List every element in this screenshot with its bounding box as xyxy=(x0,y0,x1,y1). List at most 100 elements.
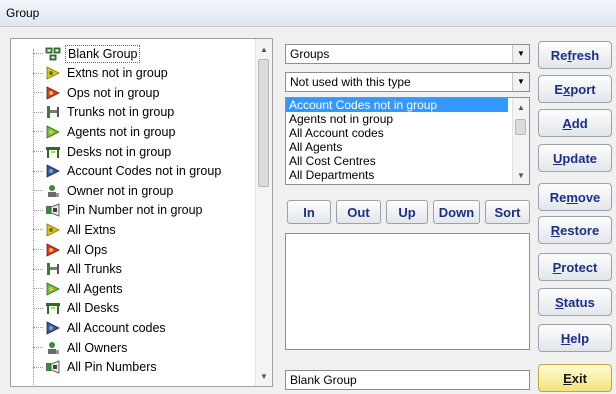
tree-item-label: All Pin Numbers xyxy=(67,360,157,375)
scroll-down-icon[interactable]: ▼ xyxy=(513,167,529,183)
tree-item[interactable]: Desks not in group xyxy=(33,142,173,161)
exit-accesskey: E xyxy=(563,370,572,386)
tree-connector xyxy=(33,151,43,152)
add-button[interactable]: Add xyxy=(538,109,612,137)
agent-icon xyxy=(45,124,61,140)
protect-button[interactable]: Protect xyxy=(538,253,612,281)
sort-button[interactable]: Sort xyxy=(485,200,530,224)
list-item[interactable]: All Cost Centres xyxy=(286,154,529,168)
chevron-down-icon[interactable]: ▼ xyxy=(512,45,529,63)
tree-connector xyxy=(33,327,43,329)
tree-item[interactable]: Owner not in group xyxy=(33,181,175,200)
tree-scroll-thumb[interactable] xyxy=(258,59,269,187)
tree-connector xyxy=(33,229,43,231)
tree-item[interactable]: All Ops xyxy=(33,240,109,259)
list-item[interactable]: All Agents xyxy=(286,140,529,154)
group-tree[interactable]: Blank Group Extns not in group Ops not in … xyxy=(10,38,273,387)
agent-icon xyxy=(45,281,61,297)
group-icon xyxy=(45,46,61,62)
protect-label-post: rotect xyxy=(561,259,598,275)
tree-item[interactable]: All Owners xyxy=(33,338,129,357)
tree-connector xyxy=(33,53,43,54)
extension-icon xyxy=(45,222,61,238)
restore-button[interactable]: Restore xyxy=(538,216,612,244)
group-list[interactable]: Account Codes not in group Agents not in … xyxy=(285,97,530,185)
tree-item-label: Pin Number not in group xyxy=(67,203,203,218)
remove-button[interactable]: Re m ove xyxy=(538,183,612,211)
tree-connector xyxy=(33,92,43,94)
tree-scrollbar[interactable]: ▲ ▼ xyxy=(255,39,272,386)
tree-item[interactable]: All Pin Numbers xyxy=(33,358,159,377)
in-button[interactable]: In xyxy=(287,200,331,224)
tree-item-label: All Agents xyxy=(67,281,123,296)
add-accesskey: A xyxy=(562,115,572,131)
tree-item[interactable]: Pin Number not in group xyxy=(33,201,205,220)
up-button[interactable]: Up xyxy=(386,200,428,224)
tree-item-label: Blank Group xyxy=(65,44,141,63)
scroll-down-icon[interactable]: ▼ xyxy=(256,368,272,384)
list-item[interactable]: All Departments xyxy=(286,168,529,182)
refresh-label-pre: Re xyxy=(550,47,568,63)
group-name-field[interactable]: Blank Group xyxy=(285,370,530,390)
export-accesskey: x xyxy=(563,81,571,97)
desk-icon xyxy=(45,144,61,160)
tree-item-label: Agents not in group xyxy=(67,124,176,139)
export-button[interactable]: Ex port xyxy=(538,75,612,103)
list-scroll-thumb[interactable] xyxy=(515,119,526,135)
add-label-post: dd xyxy=(571,115,588,131)
status-button[interactable]: Status xyxy=(538,288,612,316)
list-item[interactable]: All Account codes xyxy=(286,126,529,140)
tree-connector xyxy=(33,131,43,133)
groups-combo[interactable]: Groups ▼ xyxy=(285,44,530,64)
tree-item[interactable]: All Extns xyxy=(33,220,118,239)
tree-item[interactable]: Blank Group xyxy=(33,44,141,63)
remove-label-post: ove xyxy=(577,189,601,205)
account-code-icon xyxy=(45,320,61,336)
title-bar: Group xyxy=(0,0,616,27)
tree-connector xyxy=(33,190,43,192)
list-item[interactable]: Account Codes not in group xyxy=(286,98,508,112)
protect-accesskey: P xyxy=(552,259,562,275)
refresh-button[interactable]: Re f resh xyxy=(538,41,612,69)
tree-item-label: All Account codes xyxy=(67,320,166,335)
export-label-post: port xyxy=(570,81,596,97)
type-combo[interactable]: Not used with this type ▼ xyxy=(285,72,530,92)
scroll-up-icon[interactable]: ▲ xyxy=(256,41,272,57)
help-button[interactable]: Help xyxy=(538,324,612,352)
tree-item-label: All Extns xyxy=(67,222,116,237)
tree-item[interactable]: Agents not in group xyxy=(33,122,177,141)
groups-combo-value: Groups xyxy=(290,47,330,61)
tree-item-label: All Trunks xyxy=(67,262,122,277)
tree-item[interactable]: All Account codes xyxy=(33,318,168,337)
tree-item[interactable]: Ops not in group xyxy=(33,83,161,102)
operator-icon xyxy=(45,242,61,258)
tree-connector xyxy=(33,366,43,368)
exit-button[interactable]: Exit xyxy=(538,364,612,392)
tree-item[interactable]: All Desks xyxy=(33,299,121,318)
help-label-post: elp xyxy=(570,330,590,346)
members-textarea[interactable] xyxy=(285,233,530,350)
tree-item[interactable]: All Trunks xyxy=(33,260,124,279)
down-button[interactable]: Down xyxy=(433,200,480,224)
scroll-up-icon[interactable]: ▲ xyxy=(513,99,529,115)
update-button[interactable]: Update xyxy=(538,144,612,172)
out-button[interactable]: Out xyxy=(336,200,381,224)
tree-item[interactable]: All Agents xyxy=(33,279,125,298)
remove-accesskey: m xyxy=(566,189,578,205)
restore-accesskey: R xyxy=(550,222,561,238)
list-scrollbar[interactable]: ▲ ▼ xyxy=(512,98,529,184)
update-accesskey: U xyxy=(552,150,563,166)
exit-label-post: xit xyxy=(571,370,587,386)
restore-label-post: estore xyxy=(560,222,600,238)
tree-connector xyxy=(33,111,43,113)
tree-item[interactable]: Extns not in group xyxy=(33,64,170,83)
list-item[interactable]: Agents not in group xyxy=(286,112,529,126)
type-combo-value: Not used with this type xyxy=(290,75,411,89)
pin-number-icon xyxy=(45,202,61,218)
refresh-label-post: resh xyxy=(571,47,600,63)
tree-item-label: Desks not in group xyxy=(67,144,172,159)
owner-icon xyxy=(45,340,61,356)
chevron-down-icon[interactable]: ▼ xyxy=(512,73,529,91)
tree-item[interactable]: Account Codes not in group xyxy=(33,162,223,181)
tree-item[interactable]: Trunks not in group xyxy=(33,103,176,122)
